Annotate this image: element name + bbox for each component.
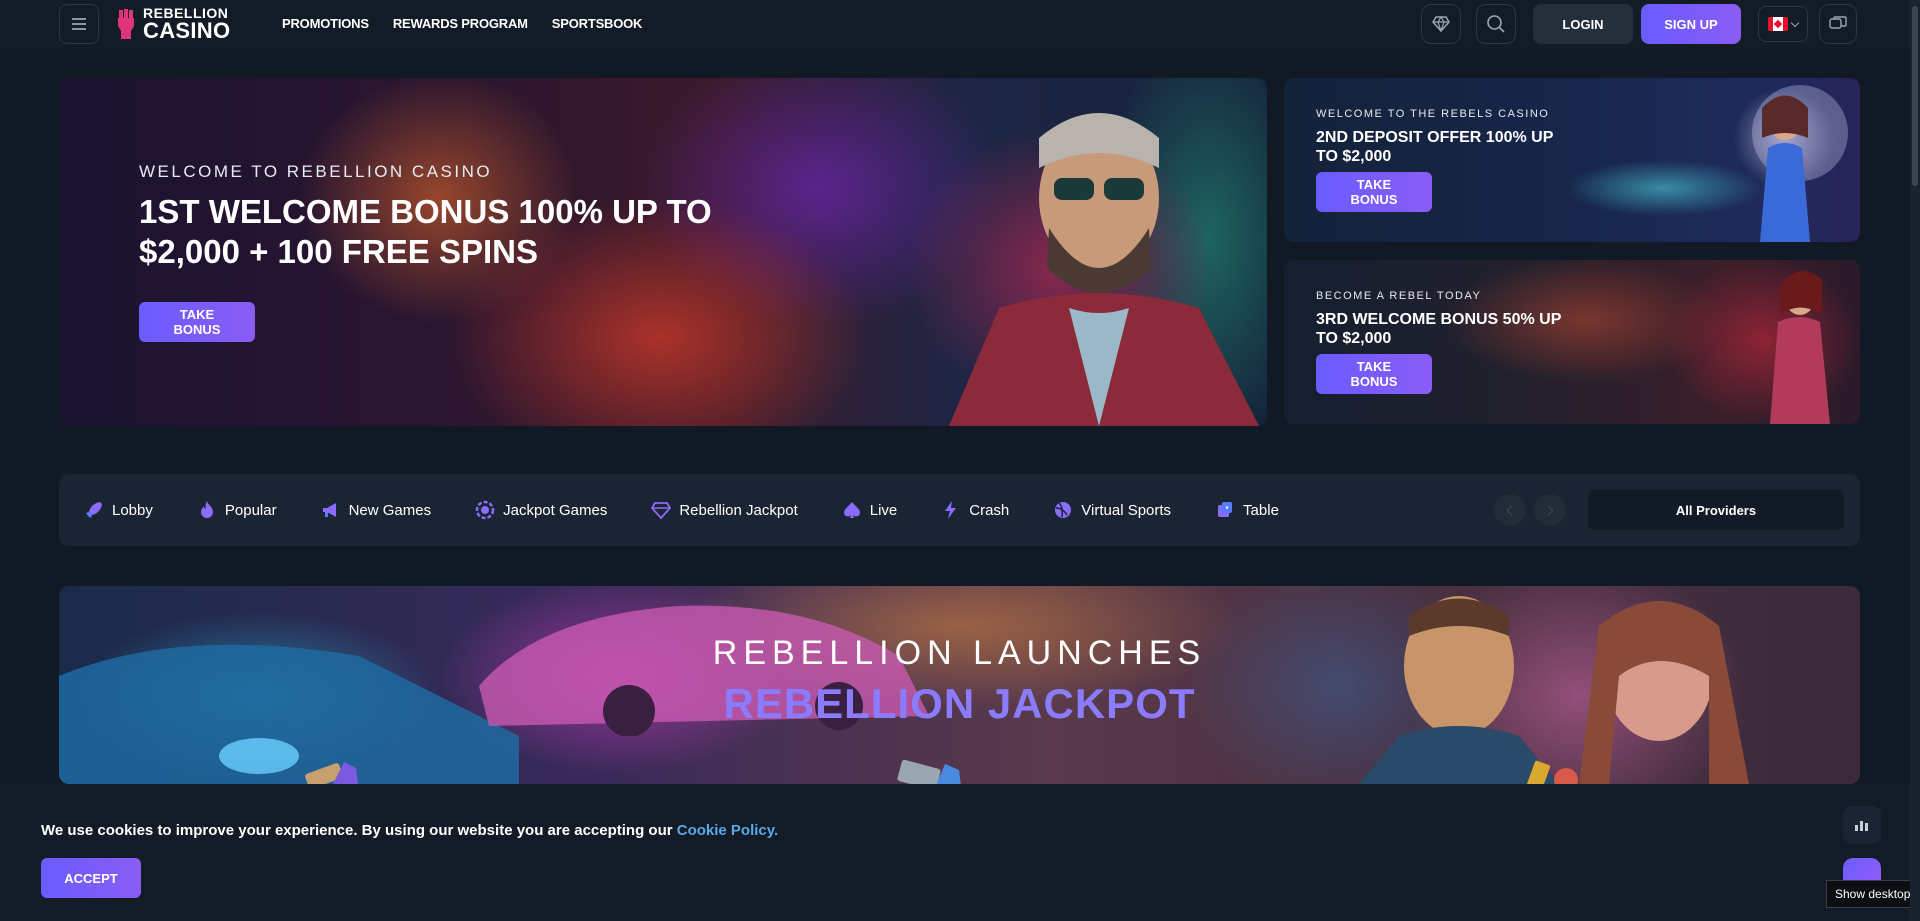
category-new-games[interactable]: New Games <box>321 500 432 520</box>
category-label: Rebellion Jackpot <box>679 501 798 519</box>
category-rebellion-jackpot[interactable]: Rebellion Jackpot <box>651 500 798 520</box>
gem-icon <box>651 502 672 520</box>
jackpot-promo-banner[interactable]: REBELLION LAUNCHES REBELLION JACKPOT <box>59 586 1860 784</box>
promo-woman-image <box>1752 85 1848 242</box>
signup-button[interactable]: SIGN UP <box>1641 4 1741 44</box>
chevron-right-icon <box>1543 505 1554 515</box>
search-icon <box>1487 15 1505 33</box>
dice-icon <box>1218 502 1233 517</box>
main-nav: PROMOTIONS REWARDS PROGRAM SPORTSBOOK <box>282 16 642 31</box>
category-label: Popular <box>224 501 277 519</box>
page-scrollbar[interactable] <box>1910 0 1920 921</box>
flame-icon <box>200 501 213 518</box>
hero-title: 1ST WELCOME BONUS 100% UP TO $2,000 + 10… <box>139 193 712 270</box>
chevron-left-icon <box>1506 505 1517 515</box>
chip-icon <box>475 500 495 520</box>
promo-card-second-deposit[interactable]: WELCOME TO THE REBELS CASINO 2ND DEPOSIT… <box>1284 78 1860 242</box>
scrollbar-thumb[interactable] <box>1912 6 1918 186</box>
chevron-down-icon <box>1790 18 1800 27</box>
rocket-icon <box>86 502 102 518</box>
spade-icon <box>843 502 860 518</box>
stats-button[interactable] <box>1843 806 1881 844</box>
logo-bottom-text: CASINO <box>143 18 231 43</box>
logo[interactable]: REBELLION CASINO <box>115 6 230 42</box>
megaphone-icon <box>322 503 336 517</box>
chat-toggle-button[interactable] <box>1819 4 1857 44</box>
category-label: Lobby <box>112 501 153 519</box>
cookie-message: We use cookies to improve your experienc… <box>41 822 778 839</box>
hero-kicker: WELCOME TO REBELLION CASINO <box>139 162 493 181</box>
card-take-bonus-button[interactable]: TAKE BONUS <box>1316 354 1432 394</box>
hero-man-image <box>949 113 1259 426</box>
ball-icon <box>1055 502 1072 518</box>
category-crash[interactable]: Crash <box>941 500 1009 520</box>
diamond-icon <box>1432 16 1450 32</box>
promo-woman-image <box>1770 271 1830 424</box>
game-category-bar: Lobby Popular New Games Jackpot Games Re… <box>59 474 1860 546</box>
category-table[interactable]: Table <box>1215 500 1279 520</box>
fist-icon <box>118 9 134 39</box>
category-virtual-sports[interactable]: Virtual Sports <box>1053 500 1171 520</box>
show-desktop-tooltip: Show desktop <box>1826 880 1920 908</box>
category-jackpot-games[interactable]: Jackpot Games <box>475 500 607 520</box>
bar-chart-icon <box>1855 821 1868 831</box>
category-prev-button[interactable] <box>1494 494 1526 526</box>
cookie-text: We use cookies to improve your experienc… <box>41 822 673 839</box>
nav-rewards-program[interactable]: REWARDS PROGRAM <box>393 16 528 31</box>
card-title: 3RD WELCOME BONUS 50% UP TO $2,000 <box>1316 311 1562 347</box>
vip-button[interactable] <box>1421 4 1461 44</box>
category-label: Live <box>869 501 898 519</box>
card-kicker: BECOME A REBEL TODAY <box>1316 290 1482 302</box>
category-live[interactable]: Live <box>842 500 898 520</box>
promo-line2: REBELLION JACKPOT <box>723 680 1196 727</box>
login-button[interactable]: LOGIN <box>1533 4 1633 44</box>
promo-card-third-welcome[interactable]: BECOME A REBEL TODAY 3RD WELCOME BONUS 5… <box>1284 260 1860 424</box>
hero-take-bonus-button[interactable]: TAKE BONUS <box>139 302 255 342</box>
menu-icon <box>72 23 86 25</box>
category-popular[interactable]: Popular <box>197 500 277 520</box>
category-next-button[interactable] <box>1534 494 1566 526</box>
all-providers-dropdown[interactable]: All Providers <box>1588 490 1844 530</box>
cookie-policy-link[interactable]: Cookie Policy. <box>677 822 778 839</box>
category-label: New Games <box>348 501 432 519</box>
flag-canada-icon <box>1768 17 1788 31</box>
menu-button[interactable] <box>59 4 99 44</box>
nav-promotions[interactable]: PROMOTIONS <box>282 16 369 31</box>
promo-line1: REBELLION LAUNCHES <box>712 634 1207 672</box>
category-label: Virtual Sports <box>1081 501 1172 519</box>
lightning-icon <box>945 501 957 519</box>
category-label: Table <box>1243 501 1279 519</box>
card-kicker: WELCOME TO THE REBELS CASINO <box>1316 108 1550 120</box>
category-lobby[interactable]: Lobby <box>84 500 153 520</box>
category-label: Crash <box>969 501 1010 519</box>
chat-icon <box>1829 16 1847 29</box>
card-take-bonus-button[interactable]: TAKE BONUS <box>1316 172 1432 212</box>
nav-sportsbook[interactable]: SPORTSBOOK <box>552 16 643 31</box>
category-label: Jackpot Games <box>503 501 608 519</box>
card-title: 2ND DEPOSIT OFFER 100% UP TO $2,000 <box>1316 129 1554 165</box>
language-selector[interactable] <box>1758 6 1808 42</box>
hero-banner[interactable]: WELCOME TO REBELLION CASINO 1ST WELCOME … <box>59 78 1267 426</box>
accept-cookies-button[interactable]: ACCEPT <box>41 858 141 898</box>
search-button[interactable] <box>1476 4 1516 44</box>
cookie-banner: We use cookies to improve your experienc… <box>0 784 1920 921</box>
site-header: REBELLION CASINO PROMOTIONS REWARDS PROG… <box>0 0 1920 50</box>
